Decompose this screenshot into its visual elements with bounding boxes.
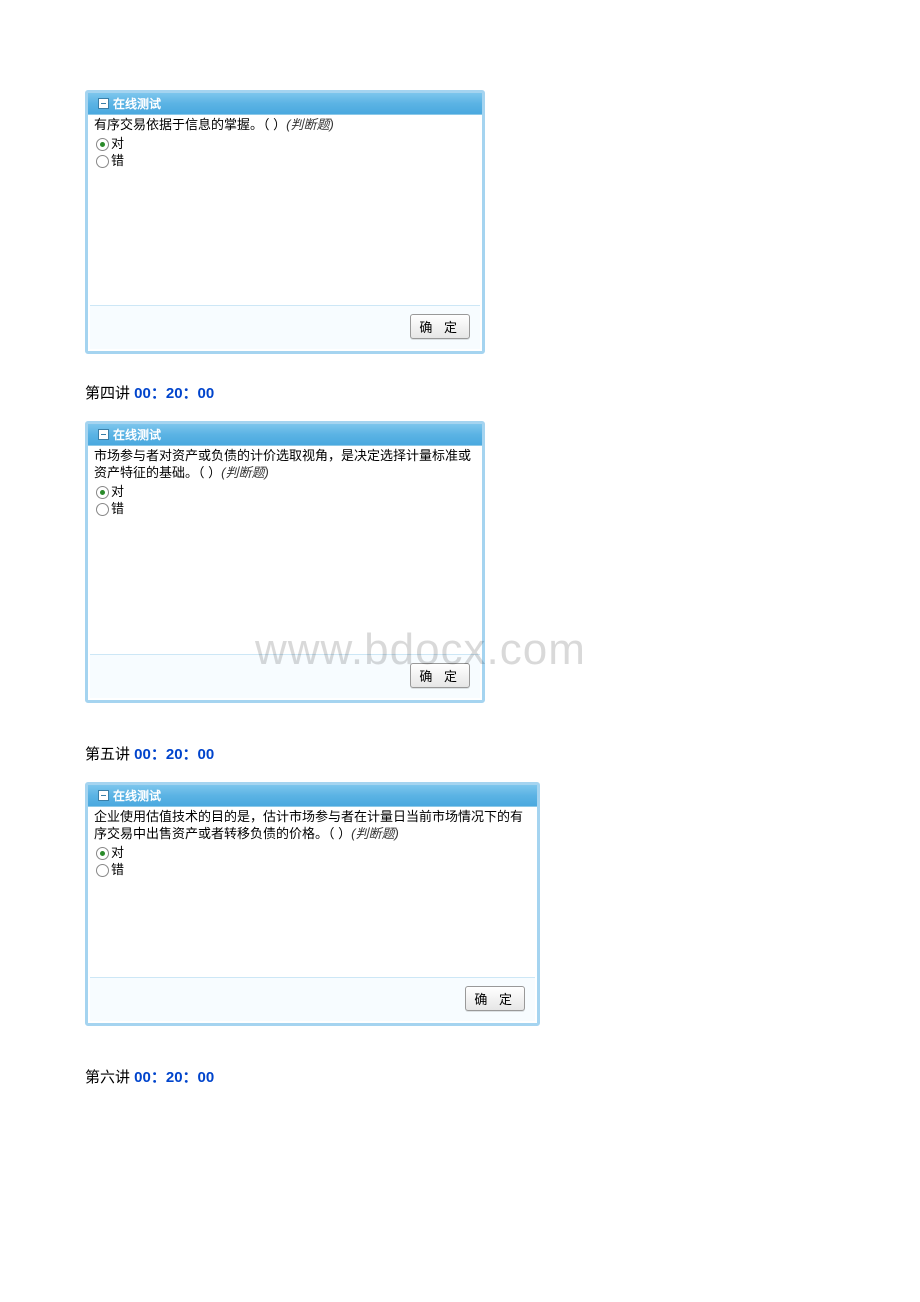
question-text: 有序交易依据于信息的掌握。（ ）	[94, 117, 286, 132]
confirm-button[interactable]: 确 定	[410, 663, 470, 688]
heading-time: 00：20：00	[134, 746, 214, 763]
panel-header: 在线测试	[88, 93, 482, 115]
option-true-label: 对	[111, 484, 124, 501]
option-true-row: 对	[96, 484, 476, 501]
radio-false[interactable]	[96, 155, 109, 168]
section-heading-6: 第六讲 00：20：00	[85, 1066, 920, 1087]
heading-prefix: 第六讲	[85, 1069, 134, 1086]
panel-title: 在线测试	[113, 787, 161, 804]
collapse-icon[interactable]	[98, 790, 109, 801]
radio-true[interactable]	[96, 847, 109, 860]
section-heading-5: 第五讲 00：20：00	[85, 743, 920, 764]
panel-body: 市场参与者对资产或负债的计价选取视角，是决定选择计量标准或资产特征的基础。（ ）…	[88, 446, 482, 700]
panel-title: 在线测试	[113, 426, 161, 443]
heading-time: 00：20：00	[134, 1069, 214, 1086]
question-text: 市场参与者对资产或负债的计价选取视角，是决定选择计量标准或资产特征的基础。（ ）	[94, 448, 471, 480]
collapse-icon[interactable]	[98, 98, 109, 109]
judge-tag: (判断题)	[351, 826, 399, 841]
radio-true[interactable]	[96, 138, 109, 151]
panel-title: 在线测试	[113, 95, 161, 112]
confirm-button[interactable]: 确 定	[410, 314, 470, 339]
panel-footer: 确 定	[90, 305, 480, 349]
question-area: 企业使用估值技术的目的是，估计市场参与者在计量日当前市场情况下的有序交易中出售资…	[90, 807, 535, 977]
panel-header: 在线测试	[88, 424, 482, 446]
option-false-label: 错	[111, 153, 124, 170]
quiz-panel-2: 在线测试 市场参与者对资产或负债的计价选取视角，是决定选择计量标准或资产特征的基…	[85, 421, 485, 703]
option-true-row: 对	[96, 845, 531, 862]
heading-time: 00：20：00	[134, 385, 214, 402]
radio-false[interactable]	[96, 864, 109, 877]
panel-body: 企业使用估值技术的目的是，估计市场参与者在计量日当前市场情况下的有序交易中出售资…	[88, 807, 537, 1023]
options: 对 错	[94, 136, 476, 170]
quiz-panel-3: 在线测试 企业使用估值技术的目的是，估计市场参与者在计量日当前市场情况下的有序交…	[85, 782, 540, 1026]
panel-footer: 确 定	[90, 977, 535, 1021]
judge-tag: (判断题)	[286, 117, 334, 132]
radio-true[interactable]	[96, 486, 109, 499]
option-false-label: 错	[111, 501, 124, 518]
panel-header: 在线测试	[88, 785, 537, 807]
options: 对 错	[94, 845, 531, 879]
option-false-row: 错	[96, 862, 531, 879]
option-true-label: 对	[111, 136, 124, 153]
options: 对 错	[94, 484, 476, 518]
radio-false[interactable]	[96, 503, 109, 516]
section-heading-4: 第四讲 00：20：00	[85, 382, 920, 403]
option-true-label: 对	[111, 845, 124, 862]
judge-tag: (判断题)	[221, 465, 269, 480]
question-area: 市场参与者对资产或负债的计价选取视角，是决定选择计量标准或资产特征的基础。（ ）…	[90, 446, 480, 654]
option-false-label: 错	[111, 862, 124, 879]
option-true-row: 对	[96, 136, 476, 153]
confirm-button[interactable]: 确 定	[465, 986, 525, 1011]
option-false-row: 错	[96, 153, 476, 170]
panel-body: 有序交易依据于信息的掌握。（ ）(判断题) 对 错 确 定	[88, 115, 482, 351]
heading-prefix: 第四讲	[85, 385, 134, 402]
question-text: 企业使用估值技术的目的是，估计市场参与者在计量日当前市场情况下的有序交易中出售资…	[94, 809, 523, 841]
option-false-row: 错	[96, 501, 476, 518]
panel-footer: 确 定	[90, 654, 480, 698]
question-area: 有序交易依据于信息的掌握。（ ）(判断题) 对 错	[90, 115, 480, 305]
heading-prefix: 第五讲	[85, 746, 134, 763]
quiz-panel-1: 在线测试 有序交易依据于信息的掌握。（ ）(判断题) 对 错 确 定	[85, 90, 485, 354]
collapse-icon[interactable]	[98, 429, 109, 440]
